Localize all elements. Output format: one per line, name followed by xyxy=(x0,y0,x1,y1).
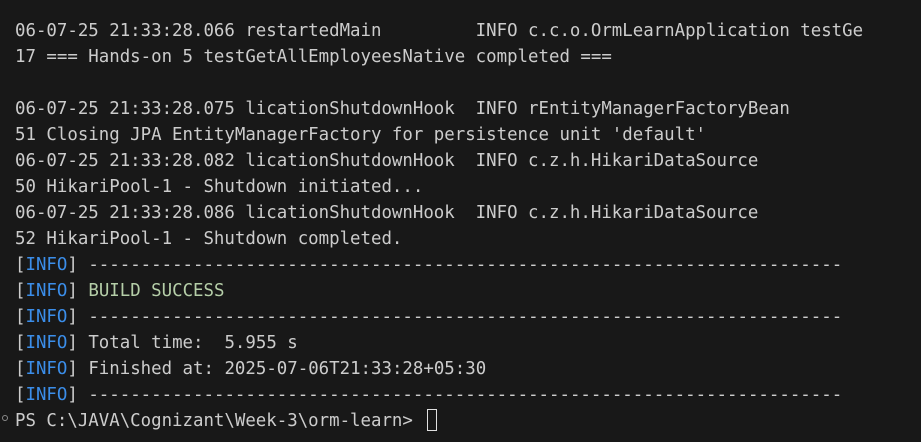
bracket: [ xyxy=(15,359,26,379)
finished-at-text: Finished at: 2025-07-06T21:33:28+05:30 xyxy=(77,359,487,379)
maven-finished-at-line: [INFO] Finished at: 2025-07-06T21:33:28+… xyxy=(15,356,486,382)
maven-separator-line: [INFO] ---------------------------------… xyxy=(15,304,842,330)
log-line: 51 Closing JPA EntityManagerFactory for … xyxy=(15,125,707,145)
separator-dashes: ----------------------------------------… xyxy=(77,255,843,275)
bracket: [ xyxy=(15,307,26,327)
bracket: ] xyxy=(67,385,78,405)
log-line: 52 HikariPool-1 - Shutdown completed. xyxy=(15,229,403,249)
terminal-output[interactable]: 06-07-25 21:33:28.066 restartedMain INFO… xyxy=(0,0,921,442)
command-decoration-icon[interactable] xyxy=(2,415,8,421)
log-line: 50 HikariPool-1 - Shutdown initiated... xyxy=(15,177,424,197)
info-tag: INFO xyxy=(25,359,68,379)
info-tag: INFO xyxy=(25,385,68,405)
bracket: ] xyxy=(67,255,78,275)
log-line: 06-07-25 21:33:28.075 licationShutdownHo… xyxy=(15,99,790,119)
log-line: 17 === Hands-on 5 testGetAllEmployeesNat… xyxy=(15,47,612,67)
bracket: ] xyxy=(67,281,78,301)
info-tag: INFO xyxy=(25,255,68,275)
bracket: ] xyxy=(67,307,78,327)
bracket: [ xyxy=(15,281,26,301)
separator-dashes: ----------------------------------------… xyxy=(77,307,843,327)
maven-separator-line: [INFO] ---------------------------------… xyxy=(15,382,842,408)
prompt-path: PS C:\JAVA\Cognizant\Week-3\orm-learn> xyxy=(15,411,424,431)
log-line: 06-07-25 21:33:28.086 licationShutdownHo… xyxy=(15,203,759,223)
bracket: [ xyxy=(15,333,26,353)
info-tag: INFO xyxy=(25,333,68,353)
info-tag: INFO xyxy=(25,307,68,327)
bracket: [ xyxy=(15,385,26,405)
maven-separator-line: [INFO] ---------------------------------… xyxy=(15,252,842,278)
separator-dashes: ----------------------------------------… xyxy=(77,385,843,405)
log-line: 06-07-25 21:33:28.066 restartedMain INFO… xyxy=(15,21,864,41)
build-success-text: BUILD SUCCESS xyxy=(88,281,225,301)
bracket: ] xyxy=(67,333,78,353)
log-line: 06-07-25 21:33:28.082 licationShutdownHo… xyxy=(15,151,759,171)
maven-total-time-line: [INFO] Total time: 5.955 s xyxy=(15,330,298,356)
command-prompt-line[interactable]: PS C:\JAVA\Cognizant\Week-3\orm-learn> xyxy=(15,408,438,434)
text-cursor xyxy=(427,409,438,431)
total-time-text: Total time: 5.955 s xyxy=(77,333,298,353)
maven-build-status-line: [INFO] BUILD SUCCESS xyxy=(15,278,224,304)
bracket: [ xyxy=(15,255,26,275)
info-tag: INFO xyxy=(25,281,68,301)
bracket: ] xyxy=(67,359,78,379)
